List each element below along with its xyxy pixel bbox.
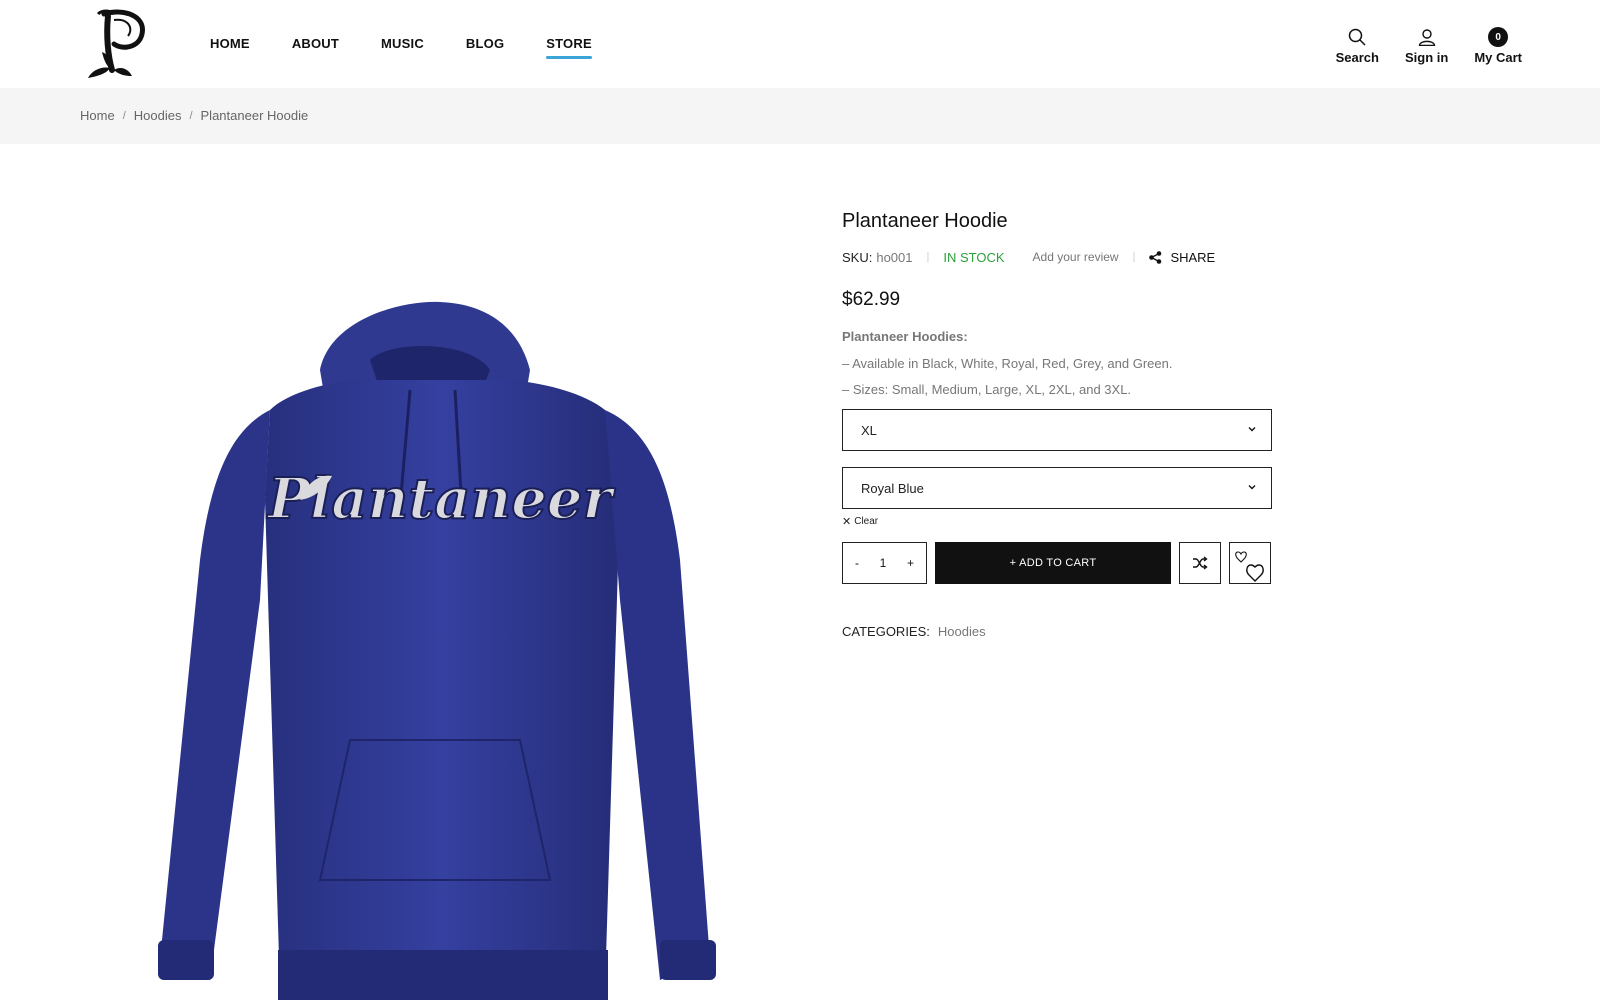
cart-count-badge: 0 <box>1487 26 1509 48</box>
color-select[interactable]: Royal Blue <box>842 467 1272 509</box>
close-icon: ✕ <box>842 516 852 528</box>
nav-blog[interactable]: BLOG <box>466 36 504 57</box>
product-categories: CATEGORIES: Hoodies <box>842 624 1272 639</box>
add-to-cart-button[interactable]: + ADD TO CART <box>935 542 1171 584</box>
meta-divider: | <box>1132 251 1136 263</box>
site-header: HOME ABOUT MUSIC BLOG STORE Search Sign … <box>0 0 1600 88</box>
search-label: Search <box>1335 50 1379 65</box>
compare-button[interactable] <box>1179 542 1221 584</box>
meta-divider: | <box>926 251 930 263</box>
stock-status: IN STOCK <box>943 249 1005 265</box>
chevron-down-icon <box>1248 485 1256 490</box>
add-review-link[interactable]: Add your review <box>1033 250 1119 264</box>
qty-value[interactable]: 1 <box>880 556 887 570</box>
breadcrumb-bar: Home / Hoodies / Plantaneer Hoodie <box>0 88 1600 144</box>
share-icon <box>1149 250 1162 264</box>
categories-label: CATEGORIES: <box>842 624 930 639</box>
cart-button[interactable]: 0 My Cart <box>1474 26 1522 65</box>
description-line: – Sizes: Small, Medium, Large, XL, 2XL, … <box>842 382 1132 397</box>
hoodie-print-text: Plantaneer <box>266 466 616 532</box>
shuffle-icon <box>1193 556 1208 570</box>
clear-label: Clear <box>854 516 879 527</box>
signin-button[interactable]: Sign in <box>1405 26 1448 65</box>
search-icon <box>1346 26 1368 48</box>
size-selected-value: XL <box>861 422 877 438</box>
heart-icon <box>1235 551 1264 582</box>
breadcrumb: Home / Hoodies / Plantaneer Hoodie <box>80 108 308 123</box>
nav-about[interactable]: ABOUT <box>292 36 339 57</box>
header-tools: Search Sign in 0 My Cart <box>1336 26 1522 65</box>
nav-home[interactable]: HOME <box>210 36 250 57</box>
product-info: Plantaneer Hoodie SKU: ho001 | IN STOCK … <box>842 210 1272 639</box>
color-selected-value: Royal Blue <box>861 480 924 496</box>
chevron-down-icon <box>1248 427 1256 432</box>
add-to-cart-row: - 1 + + ADD TO CART <box>842 542 1272 584</box>
sku-label: SKU: <box>842 249 873 265</box>
product-image[interactable]: Plantaneer <box>150 300 730 1000</box>
size-select[interactable]: XL <box>842 409 1272 451</box>
breadcrumb-current: Plantaneer Hoodie <box>200 108 309 123</box>
nav-music[interactable]: MUSIC <box>381 36 424 57</box>
description-title: Plantaneer Hoodies: <box>842 329 968 344</box>
breadcrumb-home[interactable]: Home <box>80 108 115 123</box>
hoodie-image: Plantaneer <box>158 301 716 1000</box>
qty-increase-button[interactable]: + <box>907 556 914 570</box>
product-price: $62.99 <box>842 289 901 310</box>
clear-selection-button[interactable]: ✕ Clear <box>842 515 1272 528</box>
share-button[interactable]: SHARE <box>1149 250 1215 265</box>
cart-count: 0 <box>1488 27 1509 47</box>
site-logo[interactable] <box>84 6 148 82</box>
category-link-hoodies[interactable]: Hoodies <box>938 624 986 639</box>
sku-value: ho001 <box>876 249 913 265</box>
user-icon <box>1416 26 1438 48</box>
breadcrumb-separator: / <box>122 109 126 122</box>
main-nav: HOME ABOUT MUSIC BLOG STORE <box>210 36 634 59</box>
qty-decrease-button[interactable]: - <box>855 556 859 570</box>
nav-store[interactable]: STORE <box>546 36 592 59</box>
share-label: SHARE <box>1170 249 1216 265</box>
logo-p-leaf-icon <box>88 9 145 78</box>
signin-label: Sign in <box>1404 50 1449 65</box>
breadcrumb-separator: / <box>189 109 193 122</box>
breadcrumb-hoodies[interactable]: Hoodies <box>134 108 182 123</box>
product-meta: SKU: ho001 | IN STOCK Add your review | … <box>842 247 1272 267</box>
description-line: – Available in Black, White, Royal, Red,… <box>842 356 1173 371</box>
cart-label: My Cart <box>1474 50 1522 65</box>
search-button[interactable]: Search <box>1336 26 1379 65</box>
product-title: Plantaneer Hoodie <box>842 210 1008 232</box>
wishlist-button[interactable] <box>1229 542 1271 584</box>
quantity-stepper: - 1 + <box>842 542 927 584</box>
